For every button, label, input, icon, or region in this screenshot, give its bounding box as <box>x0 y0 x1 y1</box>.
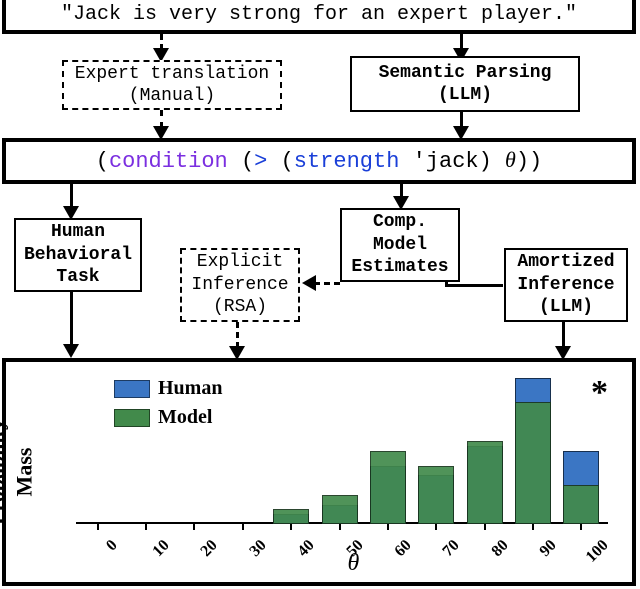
chart-plot: 0102030405060708090100 <box>76 378 608 524</box>
comp-model-box: Comp. Model Estimates <box>340 208 460 282</box>
bar-model <box>273 509 309 524</box>
semantic-line1: Semantic Parsing <box>379 62 552 85</box>
code-theta: θ <box>505 147 516 172</box>
chart-box: Probability Mass Human Model * 010203040… <box>2 358 636 586</box>
human-line1: Human <box>51 221 105 244</box>
tick-mark <box>97 524 99 530</box>
bar-model <box>418 466 454 524</box>
arrowhead-comp-to-explicit <box>302 275 316 291</box>
explicit-line1: Explicit <box>197 251 283 274</box>
explicit-line3: (RSA) <box>213 296 267 319</box>
tick-label: 30 <box>246 536 271 561</box>
expert-line1: Expert translation <box>75 63 269 86</box>
connector-comp-to-amortized <box>445 284 503 287</box>
chart-xlabel: θ <box>347 548 359 578</box>
human-task-box: Human Behavioral Task <box>14 218 142 292</box>
connector-comp-to-explicit <box>314 282 340 285</box>
code-fn-strength: strength <box>294 149 400 174</box>
code-kw-condition: condition <box>109 149 228 174</box>
bar-model <box>515 402 551 524</box>
comp-line1: Comp. <box>373 211 427 234</box>
tick-mark <box>580 524 582 530</box>
arrow-amortized-to-chart <box>562 322 565 348</box>
tick-label: 20 <box>197 536 222 561</box>
arrowhead-human-to-chart <box>63 344 79 358</box>
amortized-line3: (LLM) <box>539 296 593 319</box>
tick-label: 80 <box>487 536 512 561</box>
explicit-line2: Inference <box>191 274 288 297</box>
input-sentence-box: "Jack is very strong for an expert playe… <box>2 0 636 34</box>
semantic-parsing-box: Semantic Parsing (LLM) <box>350 56 580 112</box>
human-line2: Behavioral <box>24 244 132 267</box>
tick-mark <box>242 524 244 530</box>
amortized-inference-box: Amortized Inference (LLM) <box>504 248 628 322</box>
tick-mark <box>339 524 341 530</box>
chart-bars <box>76 378 608 524</box>
bar-model <box>322 495 358 524</box>
input-sentence: "Jack is very strong for an expert playe… <box>53 0 585 31</box>
code-expr: (condition (> (strength 'jack) θ)) <box>96 146 543 176</box>
amortized-line1: Amortized <box>517 251 614 274</box>
expert-line2: (Manual) <box>129 85 215 108</box>
human-line3: Task <box>56 266 99 289</box>
code-arg: 'jack <box>399 149 478 174</box>
tick-mark <box>532 524 534 530</box>
bar-model <box>467 441 503 524</box>
arrow-explicit-to-chart <box>236 322 239 348</box>
expert-translation-box: Expert translation (Manual) <box>62 60 282 110</box>
tick-label: 100 <box>582 536 613 567</box>
chart-ylabel: Probability Mass <box>0 419 38 525</box>
code-paren2: ( <box>228 149 254 174</box>
chart-area: Probability Mass Human Model * 010203040… <box>14 370 620 574</box>
code-parenc1: ) <box>479 149 505 174</box>
comp-line3: Estimates <box>351 256 448 279</box>
code-box: (condition (> (strength 'jack) θ)) <box>2 138 636 184</box>
tick-mark <box>435 524 437 530</box>
arrow-human-to-chart <box>70 292 73 346</box>
bar-model <box>370 451 406 524</box>
tick-mark <box>387 524 389 530</box>
tick-label: 10 <box>149 536 174 561</box>
bar-model <box>563 485 599 524</box>
code-paren3: ( <box>267 149 293 174</box>
tick-mark <box>484 524 486 530</box>
amortized-line2: Inference <box>517 274 614 297</box>
chart-ylabel-text: Probability Mass <box>0 419 36 525</box>
tick-label: 0 <box>102 536 122 556</box>
semantic-line2: (LLM) <box>438 84 492 107</box>
tick-mark <box>145 524 147 530</box>
code-paren: ( <box>96 149 109 174</box>
explicit-inference-box: Explicit Inference (RSA) <box>180 248 300 322</box>
tick-label: 60 <box>391 536 416 561</box>
tick-mark <box>290 524 292 530</box>
comp-line2: Model <box>373 234 427 257</box>
tick-label: 90 <box>536 536 561 561</box>
code-fn-gt: > <box>254 149 267 174</box>
tick-mark <box>193 524 195 530</box>
code-parenc2: )) <box>516 149 542 174</box>
tick-label: 40 <box>294 536 319 561</box>
tick-label: 70 <box>439 536 464 561</box>
arrow-code-to-human-task <box>70 184 73 208</box>
